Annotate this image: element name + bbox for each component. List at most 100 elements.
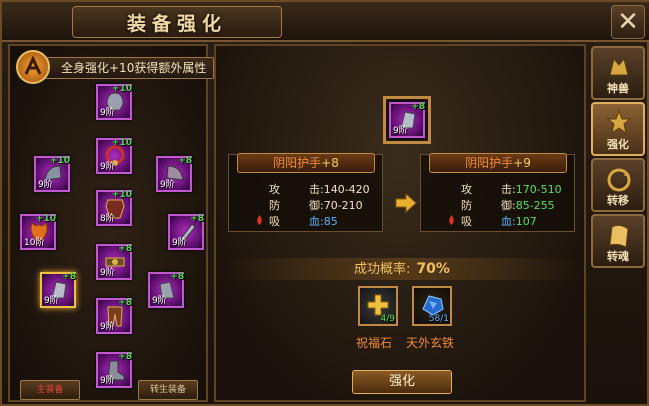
selected-item-plus: +8 bbox=[411, 102, 425, 112]
success-rate: 成功概率: 70% bbox=[226, 258, 578, 280]
tab-enhance[interactable]: 强化 bbox=[591, 102, 645, 156]
attack-number: 170-510 bbox=[515, 183, 562, 196]
slot-plus: +10 bbox=[35, 214, 56, 224]
tab-label: 转魂 bbox=[607, 250, 629, 263]
defense-label: 防 bbox=[269, 199, 280, 212]
selected-item-frame: +8 9阶 bbox=[383, 96, 431, 144]
slot-plus: +8 bbox=[190, 214, 204, 224]
attack-value: 击:170-510 bbox=[501, 181, 562, 197]
slot-shoulder-left[interactable]: +10 9阶 bbox=[34, 156, 70, 192]
soul-icon bbox=[609, 224, 629, 248]
slot-glove-right[interactable]: +8 9阶 bbox=[148, 272, 184, 308]
slot-armor[interactable]: +10 8阶 bbox=[96, 190, 132, 226]
slot-plus: +10 bbox=[111, 190, 132, 200]
slot-plus: +10 bbox=[111, 84, 132, 94]
slot-tier: 9阶 bbox=[152, 296, 167, 306]
tab-rebirth-equipment[interactable]: 转生装备 bbox=[138, 380, 198, 400]
selected-item-tier: 9阶 bbox=[393, 126, 408, 136]
next-attack-row: 攻 击:170-510 bbox=[421, 181, 576, 197]
slot-glove-left[interactable]: +8 9阶 bbox=[40, 272, 76, 308]
tab-transfer[interactable]: 转移 bbox=[591, 158, 645, 212]
current-defense-row: 防 御:70-210 bbox=[229, 197, 384, 213]
blood-drop-icon bbox=[257, 215, 262, 225]
slot-plus: +8 bbox=[118, 352, 132, 362]
absorb-value: 血:107 bbox=[501, 213, 537, 229]
slot-helmet[interactable]: +10 9阶 bbox=[96, 84, 132, 120]
window-title: 装备强化 bbox=[126, 12, 227, 35]
tab-main-equipment[interactable]: 主装备 bbox=[20, 380, 80, 400]
blood-drop-icon bbox=[449, 215, 454, 225]
enhance-button[interactable]: 强化 bbox=[352, 370, 452, 394]
attack-label: 攻 bbox=[461, 183, 472, 196]
slot-tier: 9阶 bbox=[100, 268, 115, 278]
slot-necklace[interactable]: +10 9阶 bbox=[96, 138, 132, 174]
material-count: 58/1 bbox=[428, 314, 449, 324]
slot-tier: 9阶 bbox=[100, 162, 115, 172]
next-stats: 阴阳护手+9 攻 击:170-510 防 御:85-255 吸 血:107 bbox=[420, 153, 576, 232]
absorb-prefix: 血: bbox=[501, 215, 516, 228]
slot-pants[interactable]: +8 9阶 bbox=[96, 298, 132, 334]
tab-label: 转移 bbox=[607, 194, 629, 207]
next-defense-row: 防 御:85-255 bbox=[421, 197, 576, 213]
slot-shoulder-right[interactable]: +8 9阶 bbox=[156, 156, 192, 192]
slot-tier: 10阶 bbox=[24, 238, 45, 248]
material-blessing-stone[interactable]: 4/9 bbox=[358, 286, 398, 326]
current-stats: 阴阳护手+8 攻 击:140-420 防 御:70-210 吸 血:85 bbox=[228, 153, 384, 232]
current-name: 阴阳护手 bbox=[273, 156, 322, 170]
tab-label: 强化 bbox=[607, 138, 629, 151]
material-count: 4/9 bbox=[380, 314, 395, 324]
absorb-value: 血:85 bbox=[309, 215, 338, 228]
slot-plus: +8 bbox=[62, 272, 76, 282]
slot-tier: 9阶 bbox=[38, 180, 53, 190]
title-bar: 装备强化 ✕ bbox=[2, 2, 649, 42]
material-name: 祝福石 bbox=[356, 336, 393, 350]
next-absorb-row: 吸 血:107 bbox=[421, 213, 576, 229]
absorb-label: 吸 bbox=[461, 215, 472, 228]
absorb-label: 吸 bbox=[269, 215, 280, 228]
slot-tier: 9阶 bbox=[100, 322, 115, 332]
slot-wing[interactable]: +10 10阶 bbox=[20, 214, 56, 250]
next-plus: +9 bbox=[513, 156, 531, 170]
attack-label: 攻 bbox=[269, 183, 280, 196]
slot-belt[interactable]: +8 9阶 bbox=[96, 244, 132, 280]
slot-plus: +8 bbox=[178, 156, 192, 166]
material-meteor-iron[interactable]: 58/1 bbox=[412, 286, 452, 326]
transfer-icon bbox=[607, 168, 631, 192]
set-bonus[interactable]: 全身强化+10获得额外属性 bbox=[16, 50, 214, 84]
slot-plus: +8 bbox=[118, 244, 132, 254]
beast-icon bbox=[609, 57, 629, 76]
defense-value: 御:70-210 bbox=[309, 199, 363, 212]
success-rate-label: 成功概率: bbox=[354, 262, 411, 277]
slot-plus: +10 bbox=[49, 156, 70, 166]
enhance-icon bbox=[606, 109, 632, 135]
tab-soul[interactable]: 转魂 bbox=[591, 214, 645, 268]
absorb-number: 107 bbox=[515, 215, 537, 228]
slot-tier: 8阶 bbox=[100, 214, 115, 224]
defense-number: 85-255 bbox=[515, 199, 555, 212]
title-plate: 装备强化 bbox=[72, 6, 282, 38]
material-name: 天外玄铁 bbox=[406, 336, 455, 350]
enhance-window: 装备强化 ✕ 全身强化+10获得额外属性 +10 9阶 +10 9阶 +10 9… bbox=[0, 0, 649, 406]
defense-prefix: 御: bbox=[501, 199, 516, 212]
current-item-name: 阴阳护手+8 bbox=[237, 153, 375, 173]
tab-label: 神兽 bbox=[607, 82, 629, 95]
enhance-panel: +8 9阶 阴阳护手+8 攻 击:140-420 防 御:70-210 吸 血:… bbox=[214, 44, 586, 402]
next-item-name: 阴阳护手+9 bbox=[429, 153, 567, 173]
close-button[interactable]: ✕ bbox=[611, 5, 645, 39]
slot-tier: 9阶 bbox=[100, 376, 115, 386]
close-icon: ✕ bbox=[617, 7, 639, 37]
slot-boots[interactable]: +8 9阶 bbox=[96, 352, 132, 388]
current-absorb-row: 吸 血:85 bbox=[229, 213, 384, 229]
selected-item: +8 9阶 bbox=[389, 102, 425, 138]
defense-label: 防 bbox=[461, 199, 472, 212]
slot-plus: +8 bbox=[170, 272, 184, 282]
slot-tier: 9阶 bbox=[172, 238, 187, 248]
attack-prefix: 击: bbox=[501, 183, 516, 196]
slot-tier: 9阶 bbox=[160, 180, 175, 190]
next-name: 阴阳护手 bbox=[465, 156, 514, 170]
equipment-panel: 全身强化+10获得额外属性 +10 9阶 +10 9阶 +10 9阶 +8 9阶 bbox=[8, 44, 214, 402]
tab-beast[interactable]: 神兽 bbox=[591, 46, 645, 100]
arrow-right-icon bbox=[395, 192, 417, 214]
current-attack-row: 攻 击:140-420 bbox=[229, 181, 384, 197]
slot-offhand[interactable]: +8 9阶 bbox=[168, 214, 204, 250]
